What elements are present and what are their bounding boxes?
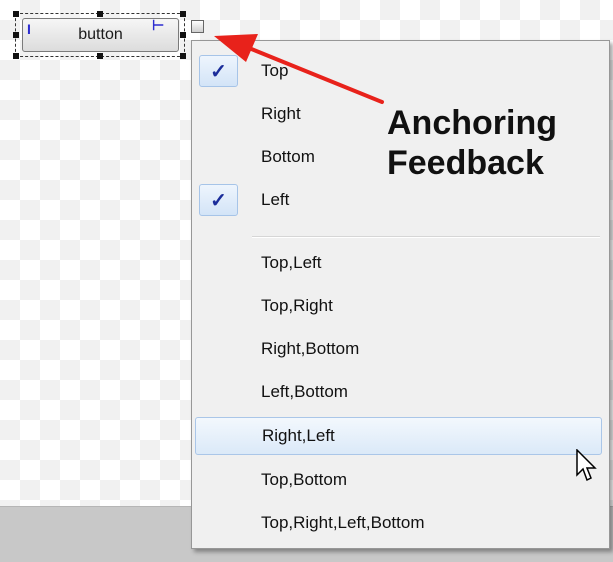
red-arrow-icon: [214, 34, 384, 104]
mouse-pointer-icon: [576, 449, 597, 482]
